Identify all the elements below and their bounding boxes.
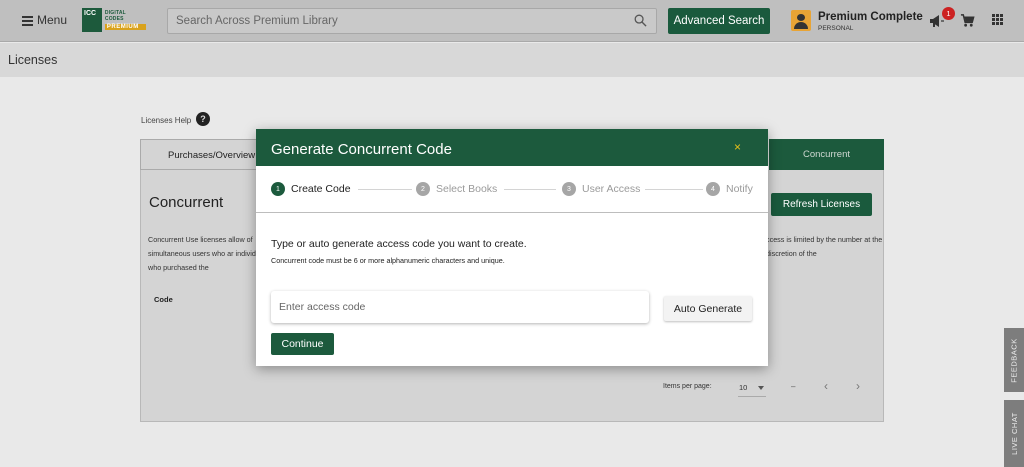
- step-label: User Access: [582, 183, 641, 195]
- step-number: 3: [562, 182, 576, 196]
- step-number: 1: [271, 182, 285, 196]
- stepper: 1 Create Code 2 Select Books 3 User Acce…: [256, 166, 768, 213]
- close-icon[interactable]: ×: [734, 140, 741, 154]
- step-connector: [504, 189, 556, 190]
- dialog-title: Generate Concurrent Code: [271, 141, 452, 158]
- auto-generate-button[interactable]: Auto Generate: [664, 296, 752, 321]
- generate-code-dialog: Generate Concurrent Code × 1 Create Code…: [256, 129, 768, 366]
- step-user-access[interactable]: 3 User Access: [562, 182, 640, 196]
- step-connector: [358, 189, 412, 190]
- step-select-books[interactable]: 2 Select Books: [416, 182, 497, 196]
- step-number: 4: [706, 182, 720, 196]
- instruction-text: Type or auto generate access code you wa…: [271, 238, 527, 250]
- dialog-header: Generate Concurrent Code ×: [256, 129, 768, 166]
- step-create-code[interactable]: 1 Create Code: [271, 182, 351, 196]
- access-code-input[interactable]: [271, 291, 649, 323]
- step-label: Notify: [726, 183, 753, 195]
- step-notify[interactable]: 4 Notify: [706, 182, 753, 196]
- step-label: Create Code: [291, 183, 351, 195]
- step-number: 2: [416, 182, 430, 196]
- step-label: Select Books: [436, 183, 498, 195]
- instruction-subtext: Concurrent code must be 6 or more alphan…: [271, 256, 505, 265]
- step-connector: [645, 189, 703, 190]
- continue-button[interactable]: Continue: [271, 333, 334, 355]
